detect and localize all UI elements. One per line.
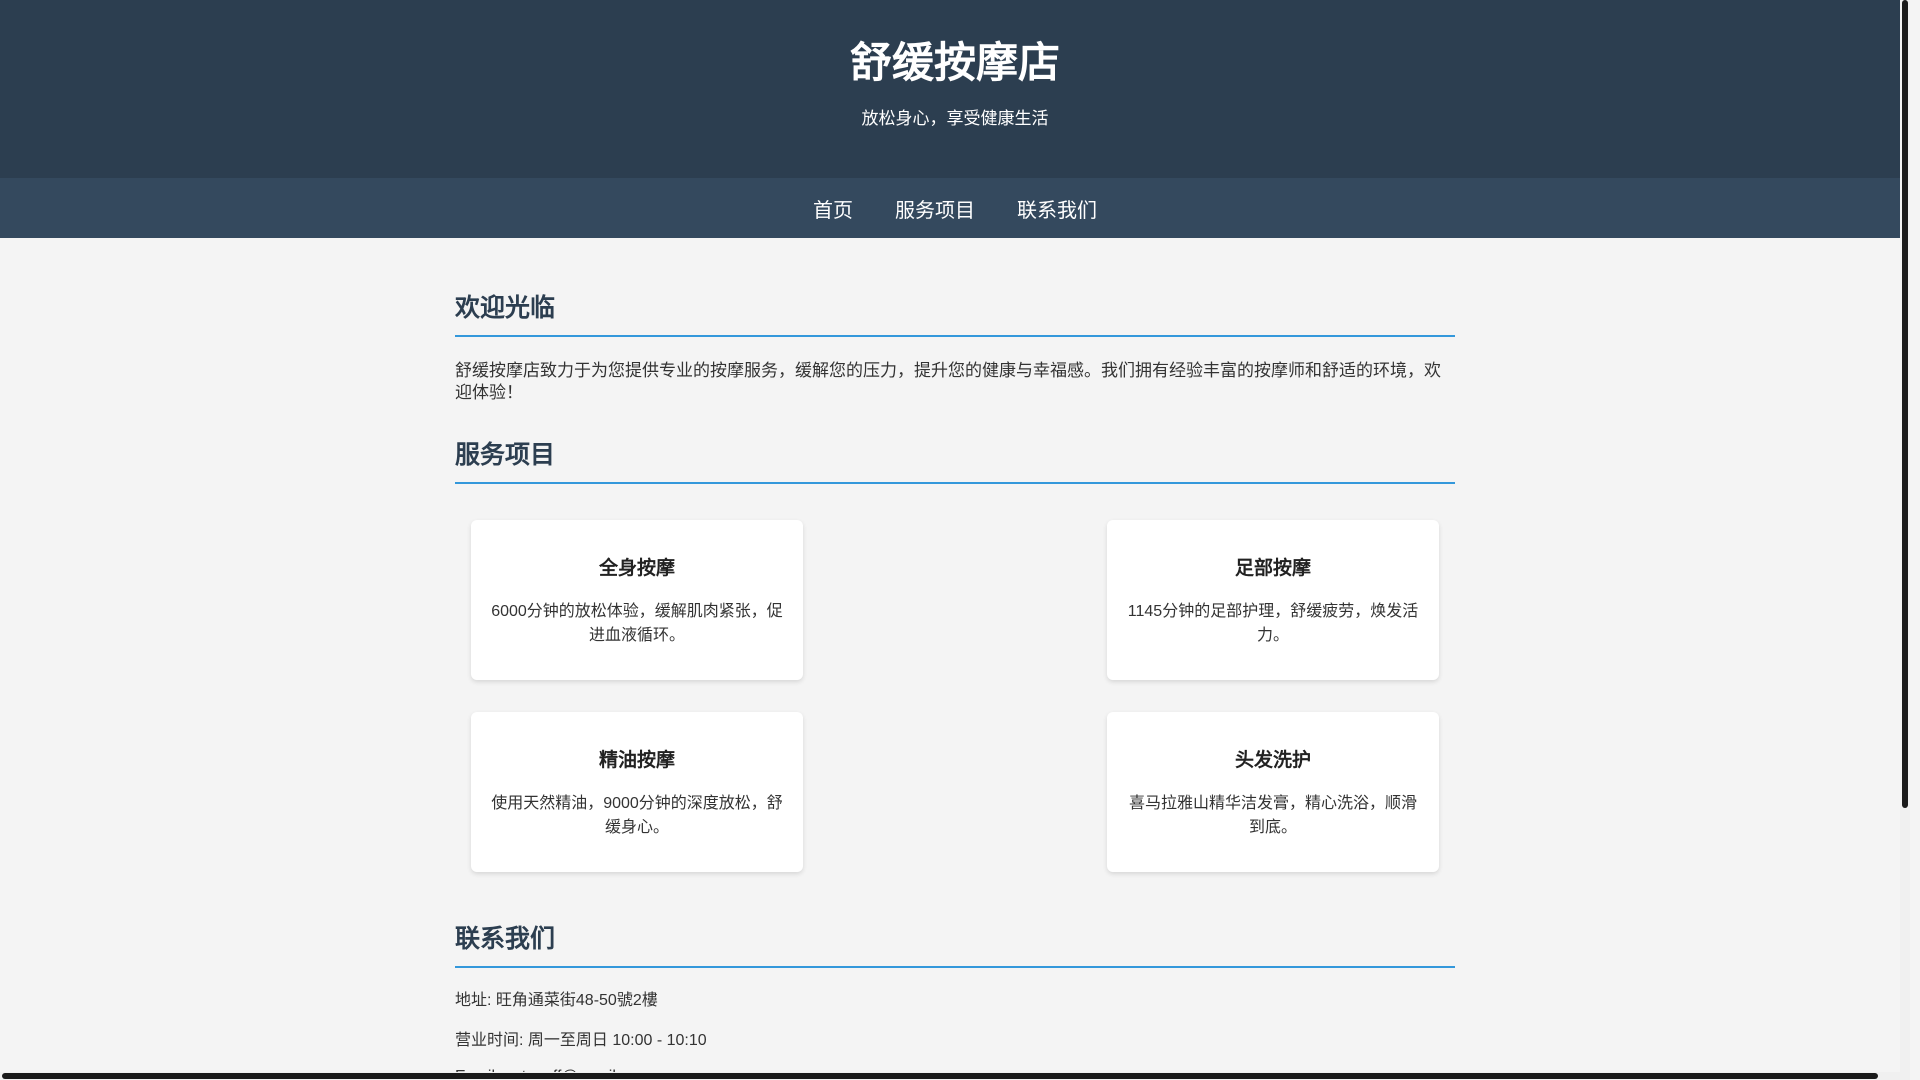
services-grid: 全身按摩 6000分钟的放松体验，缓解肌肉紧张，促进血液循环。 足部按摩 114… xyxy=(455,520,1455,872)
contact-heading: 联系我们 xyxy=(455,924,1455,968)
service-card-foot: 足部按摩 1145分钟的足部护理，舒缓疲劳，焕发活力。 xyxy=(1107,520,1439,680)
contact-address: 地址: 旺角通菜街48-50號2樓 xyxy=(455,992,658,1009)
service-title: 精油按摩 xyxy=(598,749,675,771)
service-description: 使用天然精油，9000分钟的深度放松，舒缓身心。 xyxy=(491,795,783,836)
site-header: 舒缓按摩店 放松身心，享受健康生活 xyxy=(0,0,1910,178)
service-description: 1145分钟的足部护理，舒缓疲劳，焕发活力。 xyxy=(1127,603,1419,644)
service-description: 6000分钟的放松体验，缓解肌肉紧张，促进血液循环。 xyxy=(491,603,783,644)
service-title: 足部按摩 xyxy=(1234,557,1311,579)
vertical-scrollbar[interactable] xyxy=(1900,0,1910,1080)
services-section: 服务项目 全身按摩 6000分钟的放松体验，缓解肌肉紧张，促进血液循环。 足部按… xyxy=(455,440,1455,872)
service-title: 全身按摩 xyxy=(598,557,675,579)
main-nav: 首页 服务项目 联系我们 xyxy=(0,178,1910,238)
service-card-oil: 精油按摩 使用天然精油，9000分钟的深度放松，舒缓身心。 xyxy=(471,712,803,872)
service-card-hair: 头发洗护 喜马拉雅山精华洁发膏，精心洗浴，顺滑到底。 xyxy=(1107,712,1439,872)
nav-item-contact[interactable]: 联系我们 xyxy=(1017,194,1097,223)
welcome-text: 舒缓按摩店致力于为您提供专业的按摩服务，缓解您的压力，提升您的健康与幸福感。我们… xyxy=(455,361,1441,402)
horizontal-scrollbar-thumb[interactable] xyxy=(2,1073,1878,1079)
contact-section: 联系我们 地址: 旺角通菜街48-50號2樓 营业时间: 周一至周日 10:00… xyxy=(455,924,1455,1080)
contact-hours: 营业时间: 周一至周日 10:00 - 10:10 xyxy=(455,1032,707,1049)
site-title: 舒缓按摩店 xyxy=(849,38,1060,87)
service-card-full-body: 全身按摩 6000分钟的放松体验，缓解肌肉紧张，促进血液循环。 xyxy=(471,520,803,680)
welcome-section: 欢迎光临 舒缓按摩店致力于为您提供专业的按摩服务，缓解您的压力，提升您的健康与幸… xyxy=(455,293,1455,404)
services-heading: 服务项目 xyxy=(455,440,1455,484)
site-subtitle: 放松身心，享受健康生活 xyxy=(861,109,1049,128)
nav-item-services[interactable]: 服务项目 xyxy=(895,194,975,223)
horizontal-scrollbar[interactable] xyxy=(0,1072,1910,1080)
service-title: 头发洗护 xyxy=(1234,749,1311,771)
page: 舒缓按摩店 放松身心，享受健康生活 首页 服务项目 联系我们 欢迎光临 舒缓按摩… xyxy=(0,0,1910,1080)
service-description: 喜马拉雅山精华洁发膏，精心洗浴，顺滑到底。 xyxy=(1128,795,1417,836)
welcome-heading: 欢迎光临 xyxy=(455,293,1455,337)
nav-item-home[interactable]: 首页 xyxy=(813,194,853,223)
vertical-scrollbar-thumb[interactable] xyxy=(1902,0,1908,808)
main-content: 欢迎光临 舒缓按摩店致力于为您提供专业的按摩服务，缓解您的压力，提升您的健康与幸… xyxy=(455,238,1455,1080)
